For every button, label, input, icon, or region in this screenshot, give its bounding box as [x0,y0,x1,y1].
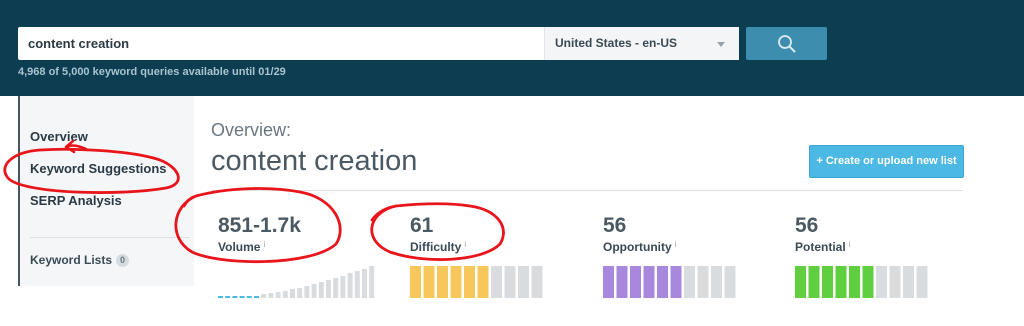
divider [211,190,963,191]
meter-segment [518,266,529,298]
meter-segment [670,266,682,298]
sidebar-item-keyword-lists[interactable]: Keyword Lists 0 [30,253,130,268]
count-badge: 0 [116,254,130,268]
info-icon[interactable]: i [263,240,265,249]
meter-segment [410,266,421,298]
metric-potential: 56 Potential i [795,214,965,304]
histogram-bar [239,296,245,298]
sidebar-item-keyword-suggestions[interactable]: Keyword Suggestions [30,161,167,176]
meter-segment [711,266,722,298]
meter-segment [724,266,736,298]
info-icon[interactable]: i [464,240,466,249]
meter-segment [630,266,641,298]
meter-segment [643,266,655,298]
histogram-bar [225,296,231,298]
meter-segment [491,266,502,298]
page-title: content creation [211,145,418,177]
meter-segment [477,266,489,298]
potential-meter [795,266,928,298]
sidebar-divider [30,237,190,238]
meter-segment [849,266,860,298]
histogram-bar [304,286,310,298]
meter-segment [657,266,668,298]
opportunity-meter [603,266,736,298]
histogram-bar [232,296,238,298]
search-box: United States - en-US [18,27,739,60]
metric-label-text: Potential [795,240,846,254]
histogram-bar [246,296,252,298]
sidebar-item-serp-analysis[interactable]: SERP Analysis [30,193,122,208]
metric-value: 851-1.7k [218,214,301,237]
histogram-bar [282,291,288,298]
locale-select-value: United States - en-US [555,36,678,50]
histogram-bar [369,266,375,298]
metric-label-text: Difficulty [410,240,462,254]
create-list-button[interactable]: + Create or upload new list [809,145,964,178]
metric-label-text: Volume [218,240,261,254]
info-icon[interactable]: i [849,240,851,249]
metric-label: Potential i [795,240,850,254]
sidebar: Overview Keyword Suggestions SERP Analys… [18,96,194,286]
histogram-bar [254,296,259,298]
metric-value: 56 [603,214,627,237]
chevron-down-icon [717,42,725,47]
meter-segment [423,266,435,298]
search-icon [778,35,796,53]
meter-segment [531,266,543,298]
meter-segment [697,266,709,298]
difficulty-meter [410,266,543,298]
metric-label-text: Opportunity [603,240,672,254]
histogram-bar [333,278,339,298]
search-header: United States - en-US 4,968 of 5,000 key… [0,0,1024,96]
meter-segment [437,266,448,298]
metric-value: 56 [795,214,819,237]
meter-segment [808,266,820,298]
search-input[interactable] [18,27,526,60]
histogram-bar [347,273,353,298]
meter-segment [616,266,628,298]
meter-segment [862,266,874,298]
histogram-bar [362,269,367,298]
meter-segment [916,266,928,298]
meter-segment [450,266,462,298]
metric-difficulty: 61 Difficulty i [410,214,580,304]
meter-segment [464,266,475,298]
metric-label: Opportunity i [603,240,676,254]
meter-segment [795,266,806,298]
sidebar-item-overview[interactable]: Overview [30,129,88,144]
meter-segment [903,266,914,298]
metric-label: Volume i [218,240,265,254]
meter-segment [504,266,516,298]
meter-segment [889,266,901,298]
volume-histogram [218,266,375,298]
sidebar-item-label: Keyword Lists [30,253,113,267]
metric-label: Difficulty i [410,240,466,254]
histogram-bar [318,282,324,298]
locale-select[interactable]: United States - en-US [544,27,739,60]
histogram-bar [275,292,281,298]
meter-segment [822,266,833,298]
histogram-bar [218,296,223,298]
histogram-bar [311,284,317,298]
search-button[interactable] [746,27,827,60]
histogram-bar [268,293,274,298]
metric-value: 61 [410,214,434,237]
histogram-bar [326,280,331,298]
meter-segment [876,266,887,298]
histogram-bar [261,294,267,298]
meter-segment [684,266,695,298]
histogram-bar [354,271,360,298]
quota-text: 4,968 of 5,000 keyword queries available… [18,66,286,78]
metric-volume: 851-1.7k Volume i [218,214,388,304]
histogram-bar [297,288,303,298]
metric-opportunity: 56 Opportunity i [603,214,773,304]
histogram-bar [290,289,295,298]
meter-segment [603,266,614,298]
overview-label: Overview: [211,120,292,140]
info-icon[interactable]: i [675,240,677,249]
histogram-bar [340,276,346,298]
meter-segment [835,266,847,298]
